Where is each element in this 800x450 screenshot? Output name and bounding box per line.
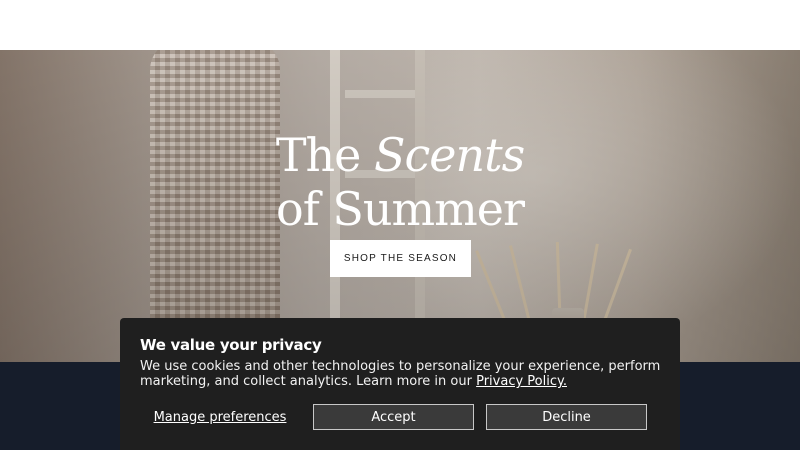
cookie-banner-title: We value your privacy: [140, 336, 322, 354]
privacy-policy-link[interactable]: Privacy Policy.: [476, 374, 567, 389]
hero-title: The Scents of Summer: [200, 128, 600, 236]
manage-preferences-link[interactable]: Manage preferences: [140, 404, 300, 430]
hero-title-word-the: The: [275, 128, 362, 182]
shop-the-season-button[interactable]: SHOP THE SEASON: [330, 240, 471, 277]
hero-title-line2: of Summer: [276, 182, 525, 236]
hero-title-word-scents: Scents: [373, 128, 525, 182]
cookie-banner-message: We use cookies and other technologies to…: [140, 359, 661, 389]
cookie-consent-banner: We value your privacy We use cookies and…: [120, 318, 680, 450]
accept-button[interactable]: Accept: [313, 404, 474, 430]
header-bar: [0, 0, 800, 50]
cookie-banner-text: We use cookies and other technologies to…: [140, 359, 665, 389]
decline-button[interactable]: Decline: [486, 404, 647, 430]
